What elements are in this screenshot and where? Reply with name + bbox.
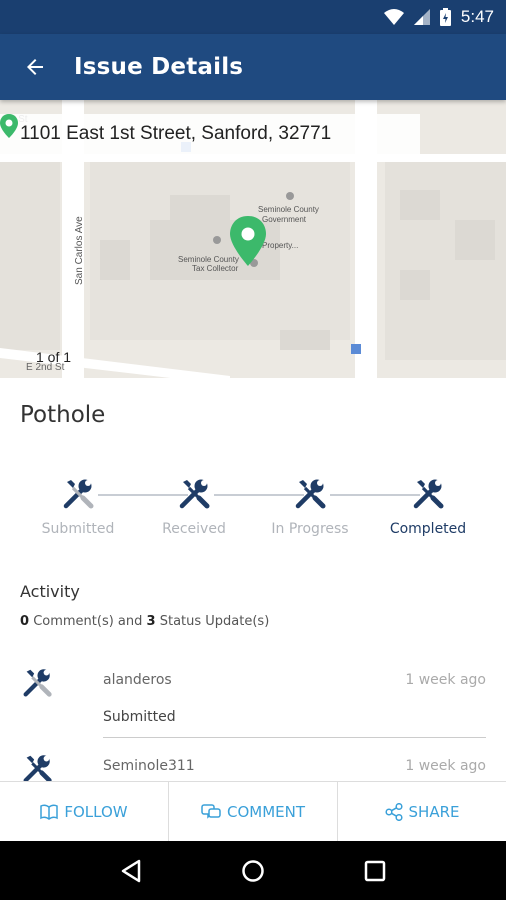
share-label: SHARE bbox=[408, 802, 460, 821]
status-update-label: Status Update(s) bbox=[159, 614, 270, 629]
arrow-left-icon bbox=[27, 59, 43, 75]
wrench-screwdriver-icon bbox=[136, 474, 252, 514]
wrench-screwdriver-icon bbox=[20, 666, 54, 704]
page-title: Issue Details bbox=[74, 54, 244, 80]
step-received: Received bbox=[136, 474, 252, 537]
comment-count-label: Comment(s) and bbox=[33, 614, 143, 629]
poi-label: Seminole County bbox=[258, 205, 319, 214]
map-page-indicator: 1 of 1 bbox=[36, 349, 72, 365]
step-label: Submitted bbox=[41, 521, 115, 537]
status-time: 5:47 bbox=[460, 7, 494, 26]
poi-label: Seminole County bbox=[178, 255, 239, 264]
comment-count: 0 bbox=[20, 614, 30, 629]
activity-status: Submitted bbox=[103, 709, 176, 725]
address-text: 1101 East 1st Street, Sanford, 32771 bbox=[20, 123, 332, 144]
system-nav-bar bbox=[0, 841, 506, 900]
poi-label: Property... bbox=[262, 241, 298, 250]
divider bbox=[103, 737, 486, 738]
wrench-screwdriver-icon bbox=[370, 474, 486, 514]
action-bar: FOLLOW COMMENT SHARE bbox=[0, 781, 506, 841]
address-bar: 1101 East 1st Street, Sanford, 32771 bbox=[0, 114, 420, 154]
nav-home-icon[interactable] bbox=[241, 859, 265, 883]
share-button[interactable]: SHARE bbox=[337, 782, 506, 841]
share-icon bbox=[384, 802, 403, 821]
activity-time: 1 week ago bbox=[405, 758, 486, 774]
wifi-icon bbox=[383, 9, 404, 25]
poi-label: Government bbox=[262, 215, 307, 224]
nav-back-icon[interactable] bbox=[120, 859, 142, 883]
comment-icon bbox=[201, 803, 221, 819]
poi-icon bbox=[286, 192, 294, 200]
wrench-screwdriver-icon bbox=[20, 474, 136, 514]
activity-user: alanderos bbox=[103, 672, 172, 688]
wrench-screwdriver-icon bbox=[252, 474, 368, 514]
step-label: Completed bbox=[389, 521, 467, 537]
book-open-icon bbox=[40, 803, 59, 820]
activity-item: Seminole311 1 week ago bbox=[0, 752, 506, 783]
status-update-count: 3 bbox=[146, 614, 156, 629]
issue-title: Pothole bbox=[20, 402, 106, 428]
poi-icon bbox=[213, 236, 221, 244]
poi-label: Tax Collector bbox=[192, 264, 239, 273]
map-view[interactable]: San Carlos Ave 1st St E 2nd St Seminole … bbox=[0, 100, 506, 378]
activity-heading: Activity bbox=[20, 582, 80, 601]
step-label: Received bbox=[162, 521, 226, 537]
transit-icon bbox=[351, 344, 361, 354]
nav-recents-icon[interactable] bbox=[364, 860, 386, 882]
step-completed: Completed bbox=[370, 474, 486, 537]
status-progress: Submitted Received In Progress Completed bbox=[20, 474, 486, 544]
step-label: In Progress bbox=[271, 521, 349, 537]
activity-summary: 0 Comment(s) and 3 Status Update(s) bbox=[20, 614, 269, 629]
battery-icon bbox=[439, 8, 451, 26]
step-submitted: Submitted bbox=[20, 474, 136, 537]
activity-user: Seminole311 bbox=[103, 758, 195, 774]
follow-label: FOLLOW bbox=[64, 802, 128, 821]
step-in-progress: In Progress bbox=[252, 474, 368, 537]
map-marker-icon bbox=[0, 114, 18, 138]
comment-button[interactable]: COMMENT bbox=[168, 782, 337, 841]
app-bar: Issue Details bbox=[0, 34, 506, 100]
back-button[interactable] bbox=[0, 34, 70, 100]
comment-label: COMMENT bbox=[226, 802, 306, 821]
follow-button[interactable]: FOLLOW bbox=[0, 782, 168, 841]
cell-signal-icon bbox=[413, 9, 430, 25]
street-label: San Carlos Ave bbox=[74, 216, 85, 285]
activity-item: alanderos 1 week ago Submitted bbox=[0, 666, 506, 756]
status-bar: 5:47 bbox=[0, 0, 506, 34]
activity-time: 1 week ago bbox=[405, 672, 486, 688]
